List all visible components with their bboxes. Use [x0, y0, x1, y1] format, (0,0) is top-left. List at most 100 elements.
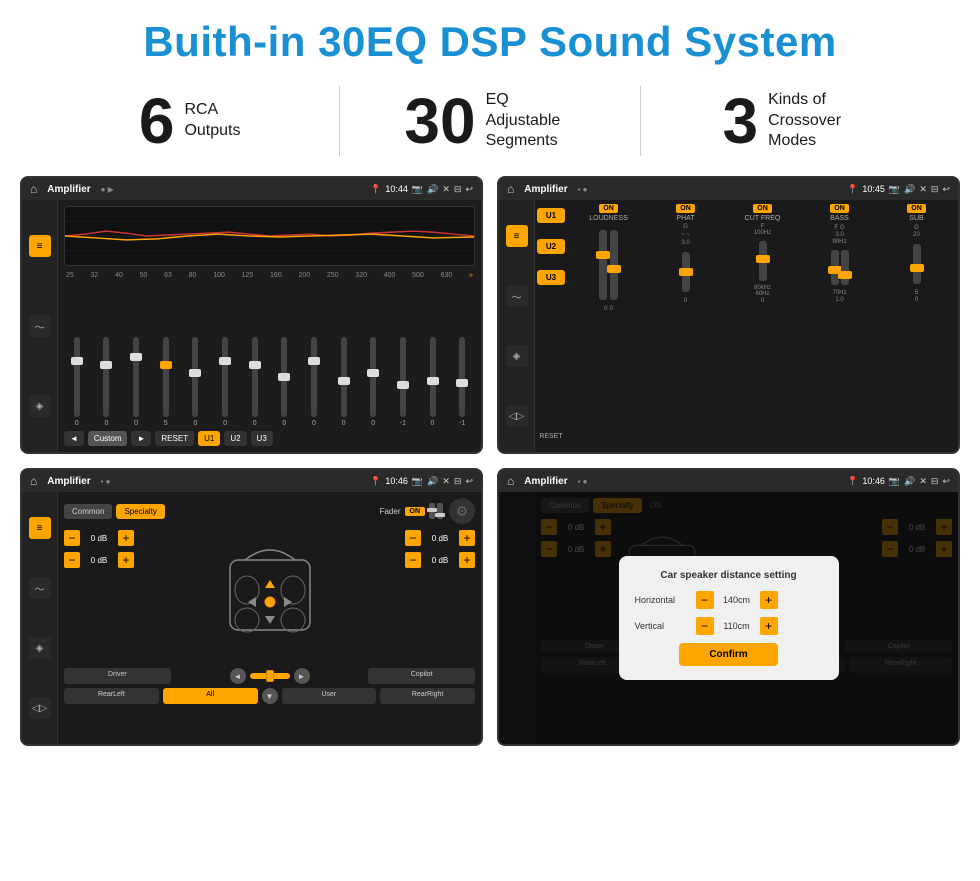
- eq-reset-btn[interactable]: RESET: [155, 431, 194, 446]
- status-icons-4: 📍 10:46 📷 🔊 ✕ ⊟ ↩: [847, 476, 950, 487]
- wave-icon[interactable]: 〜: [29, 315, 51, 337]
- arrow-left[interactable]: ◄: [230, 668, 246, 684]
- eq-slider-6[interactable]: 0: [242, 337, 268, 427]
- status-time-1: 10:44: [385, 184, 408, 194]
- eq-prev-btn[interactable]: ◄: [64, 431, 84, 446]
- eq-custom-btn[interactable]: Custom: [88, 431, 128, 446]
- eq-slider-1[interactable]: 0: [94, 337, 120, 427]
- eq-slider-4[interactable]: 0: [183, 337, 209, 427]
- arrow-down[interactable]: ▼: [262, 688, 278, 704]
- arrow-down-container: ▼: [262, 688, 278, 704]
- eq-slider-13[interactable]: -1: [449, 337, 475, 427]
- eq-u3-btn[interactable]: U3: [251, 431, 273, 446]
- volume-icon-1: 🔊: [427, 184, 438, 195]
- btn-rearleft[interactable]: RearLeft: [64, 688, 159, 704]
- eq-next-btn[interactable]: ►: [131, 431, 151, 446]
- speaker-settings-icon[interactable]: ⚙: [449, 498, 475, 524]
- fader-sidebar: ≡ 〜 ◈ ◁▷: [22, 492, 58, 744]
- fader-eq-icon[interactable]: ≡: [29, 517, 51, 539]
- db-plus-tl[interactable]: +: [118, 530, 134, 546]
- dialog-vertical-plus[interactable]: +: [760, 617, 778, 635]
- bass-slider-l[interactable]: [831, 250, 839, 285]
- eq-slider-12[interactable]: 0: [420, 337, 446, 427]
- u3-tab[interactable]: U3: [537, 270, 565, 285]
- fader-vol-icon[interactable]: ◁▷: [29, 697, 51, 719]
- location-icon-1: 📍: [370, 184, 381, 195]
- home-icon-2[interactable]: ⌂: [507, 182, 514, 196]
- dialog-horizontal-minus[interactable]: −: [696, 591, 714, 609]
- loudness-slider-l[interactable]: [599, 230, 607, 300]
- cutfreq-slider[interactable]: [759, 241, 767, 281]
- fader-bottom-row2: RearLeft All ▼ User RearRight: [64, 688, 475, 704]
- btn-driver[interactable]: Driver: [64, 668, 171, 684]
- freq-320: 320: [355, 272, 367, 279]
- fader-tab-common[interactable]: Common: [64, 504, 112, 519]
- eq-slider-10[interactable]: 0: [360, 337, 386, 427]
- phat-channel: ON PHAT G ~~ 3.0 0: [650, 204, 721, 448]
- crossover-vol-icon[interactable]: ◁▷: [506, 405, 528, 427]
- crossover-speaker-icon[interactable]: ◈: [506, 345, 528, 367]
- stat-number-rca: 6: [139, 89, 175, 153]
- arrow-right[interactable]: ►: [294, 668, 310, 684]
- db-plus-bl[interactable]: +: [118, 552, 134, 568]
- speaker-icon[interactable]: ◈: [29, 395, 51, 417]
- home-icon-4[interactable]: ⌂: [507, 474, 514, 488]
- btn-rearright[interactable]: RearRight: [380, 688, 475, 704]
- eq-slider-8[interactable]: 0: [301, 337, 327, 427]
- dialog-vertical-stepper: − 110cm +: [696, 617, 778, 635]
- crossover-reset[interactable]: RESET: [537, 433, 565, 444]
- eq-slider-9[interactable]: 0: [331, 337, 357, 427]
- home-icon-1[interactable]: ⌂: [30, 182, 37, 196]
- eq-slider-7[interactable]: 0: [271, 337, 297, 427]
- fader-track[interactable]: [250, 673, 290, 679]
- fader-tab-specialty[interactable]: Specialty: [116, 504, 164, 519]
- crossover-eq-icon[interactable]: ≡: [506, 225, 528, 247]
- eq-slider-2[interactable]: 0: [123, 337, 149, 427]
- home-icon-3[interactable]: ⌂: [30, 474, 37, 488]
- eq-sliders-area: 0 0 0 5 0 0 0 0 0 0 0 -1 0 -1: [64, 283, 475, 427]
- db-minus-br[interactable]: −: [405, 552, 421, 568]
- eq-slider-0[interactable]: 0: [64, 337, 90, 427]
- car-diagram: [140, 530, 399, 660]
- crossover-wave-icon[interactable]: 〜: [506, 285, 528, 307]
- bass-slider-r[interactable]: [841, 250, 849, 285]
- screens-grid: ⌂ Amplifier ● ▶ 📍 10:44 📷 🔊 ✕ ⊟ ↩ ≡ 〜 ◈: [0, 172, 980, 766]
- eq-u1-btn[interactable]: U1: [198, 431, 220, 446]
- db-minus-tr[interactable]: −: [405, 530, 421, 546]
- eq-slider-3[interactable]: 5: [153, 337, 179, 427]
- btn-all[interactable]: All: [163, 688, 258, 704]
- fader-wave-icon[interactable]: 〜: [29, 577, 51, 599]
- dialog-confirm-button[interactable]: Confirm: [679, 643, 777, 666]
- loudness-slider-r[interactable]: [610, 230, 618, 300]
- eq-slider-11[interactable]: -1: [390, 337, 416, 427]
- eq-slider-5[interactable]: 0: [212, 337, 238, 427]
- bass-on[interactable]: ON: [830, 204, 849, 213]
- db-minus-tl[interactable]: −: [64, 530, 80, 546]
- dialog-box: Car speaker distance setting Horizontal …: [619, 556, 839, 680]
- u1-tab[interactable]: U1: [537, 208, 565, 223]
- phat-slider[interactable]: [682, 252, 690, 292]
- stat-divider-1: [339, 86, 340, 156]
- db-plus-tr[interactable]: +: [459, 530, 475, 546]
- eq-icon[interactable]: ≡: [29, 235, 51, 257]
- fader-label: Fader: [380, 507, 401, 516]
- phat-on[interactable]: ON: [676, 204, 695, 213]
- eq-u2-btn[interactable]: U2: [224, 431, 246, 446]
- fader-tabs: Common Specialty: [64, 504, 165, 519]
- btn-user[interactable]: User: [282, 688, 377, 704]
- fader-on-btn[interactable]: ON: [405, 507, 426, 516]
- freq-63: 63: [164, 272, 172, 279]
- sub-slider[interactable]: [913, 244, 921, 284]
- cutfreq-on[interactable]: ON: [753, 204, 772, 213]
- fader-speaker-icon[interactable]: ◈: [29, 637, 51, 659]
- dialog-vertical-minus[interactable]: −: [696, 617, 714, 635]
- dialog-horizontal-plus[interactable]: +: [760, 591, 778, 609]
- status-bar-1: ⌂ Amplifier ● ▶ 📍 10:44 📷 🔊 ✕ ⊟ ↩: [22, 178, 481, 200]
- btn-copilot[interactable]: Copilot: [368, 668, 475, 684]
- sub-on[interactable]: ON: [907, 204, 926, 213]
- dialog-horizontal-stepper: − 140cm +: [696, 591, 778, 609]
- loudness-on[interactable]: ON: [599, 204, 618, 213]
- db-plus-br[interactable]: +: [459, 552, 475, 568]
- u2-tab[interactable]: U2: [537, 239, 565, 254]
- db-minus-bl[interactable]: −: [64, 552, 80, 568]
